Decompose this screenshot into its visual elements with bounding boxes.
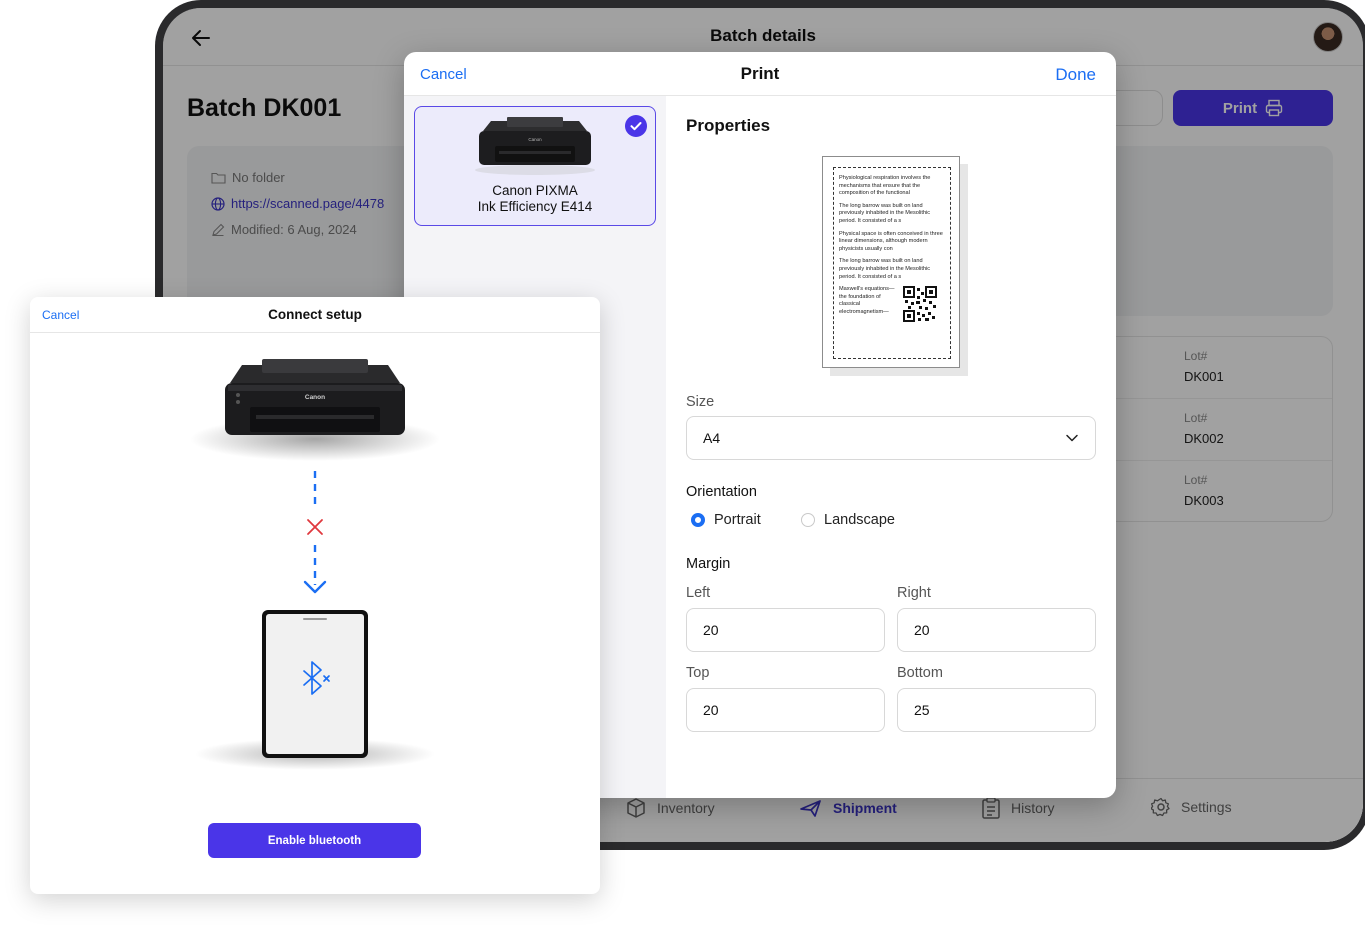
- printer-name-line2: Ink Efficiency E414: [477, 199, 593, 214]
- printer-option-selected[interactable]: Canon Canon PIXMA Ink Efficiency E414: [414, 106, 656, 226]
- radio-landscape[interactable]: Landscape: [801, 512, 895, 528]
- radio-label: Portrait: [714, 512, 761, 528]
- margin-top-label: Top: [686, 665, 710, 681]
- printer-image: Canon: [190, 359, 440, 461]
- preview-paragraph: Maxwell's equations—the foundation of cl…: [839, 286, 895, 315]
- svg-text:Canon: Canon: [528, 137, 542, 142]
- connect-dialog-header: Cancel Connect setup: [30, 297, 600, 333]
- printer-image: Canon: [475, 117, 595, 175]
- preview-footer: Maxwell's equations—the foundation of cl…: [839, 286, 945, 323]
- radio-unselected-icon: [801, 513, 815, 527]
- margin-left-field[interactable]: 20: [686, 608, 885, 652]
- preview-paragraph: Physiological respiration involves the m…: [839, 175, 931, 197]
- cancel-button[interactable]: Cancel: [420, 66, 467, 83]
- check-icon: [625, 115, 647, 137]
- print-dialog-header: Cancel Print Done: [404, 52, 1116, 96]
- printer-name: Canon PIXMA Ink Efficiency E414: [415, 183, 655, 215]
- preview-paragraph: The long barrow was built on land previo…: [839, 258, 931, 280]
- margin-right-value: 20: [914, 622, 930, 638]
- preview-paragraph: The long barrow was built on land previo…: [839, 202, 931, 224]
- printer-name-line1: Canon PIXMA: [492, 183, 578, 198]
- margin-top-value: 20: [703, 702, 719, 718]
- orientation-label: Orientation: [686, 484, 757, 500]
- margin-right-field[interactable]: 20: [897, 608, 1096, 652]
- chevron-down-icon: [1066, 434, 1078, 442]
- enable-bluetooth-button[interactable]: Enable bluetooth: [208, 823, 421, 858]
- margin-right-label: Right: [897, 585, 931, 601]
- page-preview-content: Physiological respiration involves the m…: [833, 167, 951, 359]
- radio-portrait[interactable]: Portrait: [691, 512, 761, 528]
- margin-label: Margin: [686, 556, 731, 572]
- connect-dialog-title: Connect setup: [268, 307, 362, 322]
- done-button[interactable]: Done: [1055, 65, 1096, 85]
- svg-text:Canon: Canon: [305, 394, 325, 401]
- size-value: A4: [703, 430, 721, 446]
- margin-bottom-value: 25: [914, 702, 930, 718]
- preview-paragraph: Physical space is often conceived in thr…: [839, 230, 943, 252]
- margin-left-label: Left: [686, 585, 711, 601]
- cancel-button[interactable]: Cancel: [42, 308, 79, 322]
- size-label: Size: [686, 394, 715, 410]
- properties-title: Properties: [686, 116, 771, 135]
- print-properties: Properties Physiological respiration inv…: [666, 96, 1116, 798]
- margin-left-value: 20: [703, 622, 719, 638]
- connection-failed-indicator: [303, 471, 327, 594]
- print-dialog-title: Print: [740, 64, 780, 83]
- tablet-bluetooth-off-image: [195, 610, 435, 770]
- qr-code-icon: [903, 286, 937, 323]
- radio-label: Landscape: [824, 512, 895, 528]
- size-select[interactable]: A4: [686, 416, 1096, 460]
- radio-selected-icon: [691, 513, 705, 527]
- margin-bottom-field[interactable]: 25: [897, 688, 1096, 732]
- margin-bottom-label: Bottom: [897, 665, 943, 681]
- margin-top-field[interactable]: 20: [686, 688, 885, 732]
- connect-setup-dialog: Cancel Connect setup Canon Enable blueto…: [30, 297, 600, 894]
- page-preview: Physiological respiration involves the m…: [822, 156, 960, 368]
